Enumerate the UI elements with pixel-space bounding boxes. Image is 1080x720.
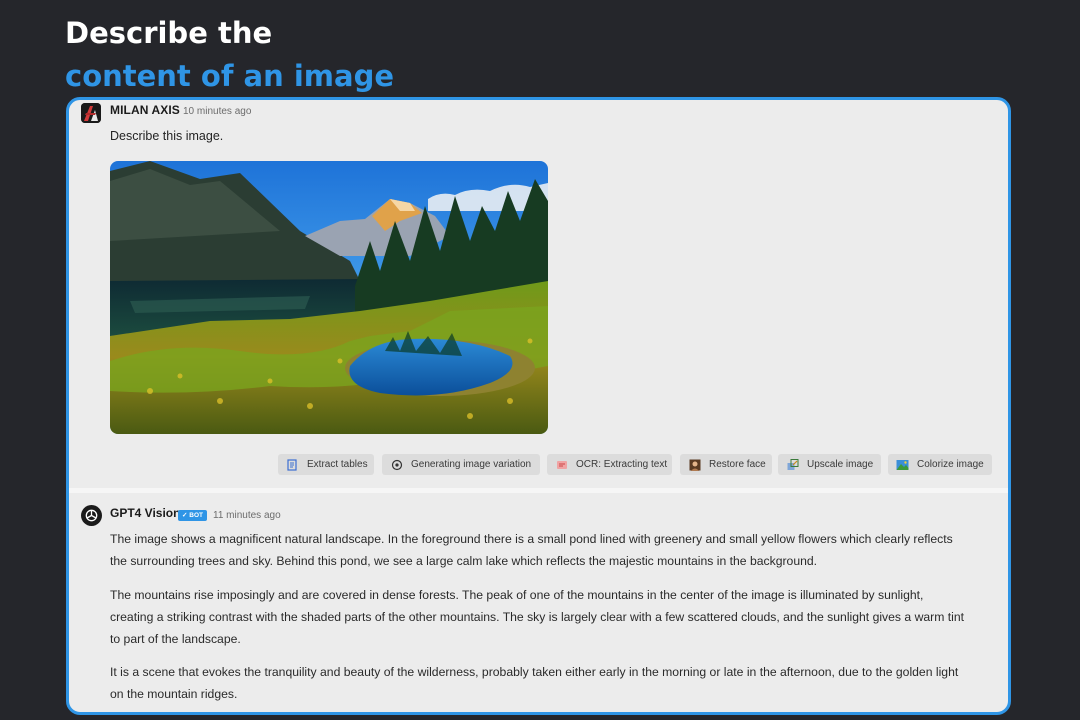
bot-author-name[interactable]: GPT4 Vision bbox=[110, 506, 180, 520]
user-avatar-icon[interactable] bbox=[81, 103, 101, 123]
upscale-image-button[interactable]: Upscale image bbox=[778, 454, 881, 475]
restore-face-button[interactable]: Restore face bbox=[680, 454, 772, 475]
uploaded-landscape-image[interactable] bbox=[110, 161, 548, 434]
image-action-bar: Extract tables Generating image variatio… bbox=[69, 454, 1008, 476]
portrait-icon bbox=[688, 458, 701, 471]
openai-icon[interactable] bbox=[81, 505, 102, 526]
bot-message: GPT4 Vision ✓ BOT 11 minutes ago The ima… bbox=[69, 493, 1008, 712]
bot-paragraph-3: It is a scene that evokes the tranquilit… bbox=[110, 665, 959, 701]
headline-line-2: content of an image bbox=[65, 59, 394, 93]
user-message-time: 10 minutes ago bbox=[183, 106, 252, 117]
generate-variation-button[interactable]: Generating image variation bbox=[382, 454, 540, 475]
landscape-icon bbox=[896, 458, 909, 471]
bot-message-time: 11 minutes ago bbox=[213, 510, 281, 521]
ocr-extract-button[interactable]: OCR: Extracting text bbox=[547, 454, 672, 475]
ocr-extract-label: OCR: Extracting text bbox=[576, 459, 668, 470]
extract-tables-label: Extract tables bbox=[307, 459, 368, 470]
bot-badge: ✓ BOT bbox=[178, 510, 207, 521]
user-author-name[interactable]: MILAN AXIS bbox=[110, 103, 180, 117]
restore-face-label: Restore face bbox=[709, 459, 766, 470]
generate-variation-label: Generating image variation bbox=[411, 459, 532, 470]
upscale-icon bbox=[786, 458, 799, 471]
extract-tables-button[interactable]: Extract tables bbox=[278, 454, 374, 475]
table-extract-icon bbox=[286, 458, 299, 471]
bot-paragraph-1: The image shows a magnificent natural la… bbox=[110, 532, 953, 568]
openai-icon bbox=[390, 458, 403, 471]
colorize-image-button[interactable]: Colorize image bbox=[888, 454, 992, 475]
upscale-image-label: Upscale image bbox=[807, 459, 874, 470]
user-prompt-text: Describe this image. bbox=[110, 129, 224, 143]
user-message: MILAN AXIS 10 minutes ago Describe this … bbox=[69, 100, 1008, 488]
ocr-icon bbox=[555, 458, 568, 471]
colorize-image-label: Colorize image bbox=[917, 459, 984, 470]
headline-line-1: Describe the bbox=[65, 16, 273, 50]
chat-panel: MILAN AXIS 10 minutes ago Describe this … bbox=[66, 97, 1011, 715]
page-headline: Describe the content of an image bbox=[65, 12, 394, 98]
bot-paragraph-2: The mountains rise imposingly and are co… bbox=[110, 588, 965, 646]
